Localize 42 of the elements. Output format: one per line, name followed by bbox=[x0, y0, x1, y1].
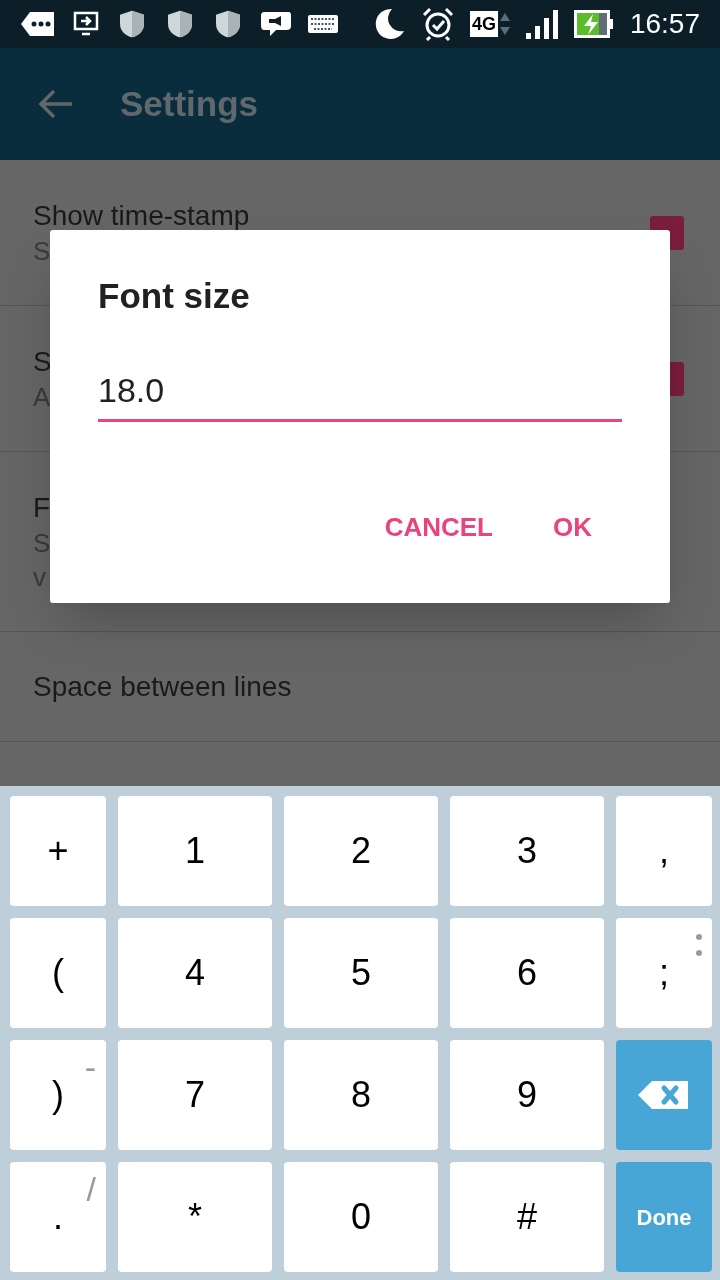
keyboard-key[interactable]: 6 bbox=[517, 955, 537, 991]
setting-title: F bbox=[33, 490, 51, 525]
keyboard-key[interactable]: 5 bbox=[351, 955, 371, 991]
dialog-title: Font size bbox=[98, 275, 251, 317]
clock-time: 16:57 bbox=[629, 7, 700, 41]
keyboard-key[interactable]: * bbox=[188, 1199, 202, 1235]
font-size-input[interactable]: 18.0 bbox=[98, 362, 622, 422]
network-type-label: 4G bbox=[469, 11, 498, 37]
signal-bars-icon bbox=[525, 9, 558, 39]
key-hint: - bbox=[84, 1050, 96, 1084]
keyboard-key[interactable]: 7 bbox=[185, 1077, 205, 1113]
keyboard-key[interactable]: 3 bbox=[517, 833, 537, 869]
backspace-key[interactable] bbox=[616, 1040, 712, 1150]
keyboard-key[interactable]: 9 bbox=[517, 1077, 537, 1113]
keyboard-key[interactable]: 0 bbox=[351, 1199, 371, 1235]
battery-charging-icon bbox=[573, 10, 614, 38]
keyboard-key[interactable]: , bbox=[659, 833, 669, 869]
keyboard-key[interactable]: # bbox=[517, 1199, 537, 1235]
keyboard-key[interactable]: 1 bbox=[185, 833, 205, 869]
keyboard-key[interactable]: ; bbox=[659, 955, 669, 991]
keyboard-key[interactable]: + bbox=[47, 833, 69, 869]
keyboard-key[interactable]: 4 bbox=[185, 955, 205, 991]
more-dots-icon bbox=[696, 934, 702, 956]
backspace-icon bbox=[638, 1081, 690, 1109]
dialog-button[interactable]: CANCEL bbox=[374, 502, 503, 553]
setting-title: Show time-stamp bbox=[33, 198, 250, 233]
keyboard-key[interactable]: ( bbox=[52, 955, 64, 991]
setting-title: Space between lines bbox=[33, 669, 292, 704]
keyboard-key[interactable]: . bbox=[53, 1199, 63, 1235]
keyboard-key[interactable]: 2 bbox=[351, 833, 371, 869]
screen-cast-icon bbox=[72, 10, 100, 38]
dialog-button[interactable]: OK bbox=[543, 502, 602, 553]
app-bar-title: Settings bbox=[120, 82, 259, 125]
keyboard-key[interactable]: ) bbox=[52, 1077, 64, 1113]
keyboard-icon bbox=[308, 15, 338, 33]
alarm-clock-icon bbox=[421, 7, 454, 41]
chat-bubble-icon bbox=[260, 10, 292, 38]
key-hint: / bbox=[86, 1172, 96, 1206]
data-arrows-icon bbox=[499, 12, 510, 36]
back-arrow-icon[interactable] bbox=[38, 88, 74, 120]
setting-title: S bbox=[33, 344, 52, 379]
keyboard-key[interactable]: 8 bbox=[351, 1077, 371, 1113]
